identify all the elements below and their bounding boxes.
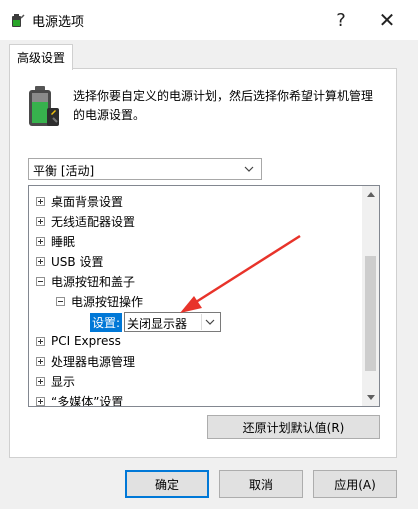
tree-item-label: 处理器电源管理 bbox=[51, 354, 136, 369]
setting-row[interactable]: 设置: 关闭显示器 bbox=[90, 312, 222, 332]
tree-item-label: 桌面背景设置 bbox=[51, 194, 124, 209]
tree-item[interactable]: 显示 bbox=[36, 372, 75, 390]
collapse-icon[interactable] bbox=[36, 276, 45, 286]
tree-item-label: 电源按钮操作 bbox=[71, 294, 144, 309]
scroll-down-icon[interactable] bbox=[362, 389, 379, 406]
expand-icon[interactable] bbox=[36, 236, 45, 246]
window-title: 电源选项 bbox=[32, 15, 85, 30]
tree-item[interactable]: 无线适配器设置 bbox=[36, 212, 135, 230]
tree-item-label: USB 设置 bbox=[51, 254, 104, 269]
scroll-up-icon[interactable] bbox=[362, 186, 379, 203]
power-options-icon bbox=[9, 12, 25, 28]
power-plan-value: 平衡 [活动] bbox=[33, 164, 95, 178]
expand-icon[interactable] bbox=[36, 396, 45, 406]
tree-item-label: 无线适配器设置 bbox=[51, 214, 136, 229]
expand-icon[interactable] bbox=[36, 216, 45, 226]
tab-advanced-settings[interactable]: 高级设置 bbox=[9, 44, 73, 70]
tree-item-label: 睡眠 bbox=[51, 234, 76, 249]
title-bar: 电源选项 ? ✕ bbox=[0, 0, 418, 40]
help-button[interactable]: ? bbox=[318, 0, 364, 40]
chevron-down-icon bbox=[201, 314, 218, 330]
power-button-action-select[interactable]: 关闭显示器 bbox=[124, 312, 222, 332]
tree-item[interactable]: 桌面背景设置 bbox=[36, 192, 123, 210]
scrollbar-thumb[interactable] bbox=[365, 256, 376, 371]
tree-item[interactable]: 睡眠 bbox=[36, 232, 75, 250]
tree-item-label: PCI Express bbox=[51, 334, 121, 348]
tree-item[interactable]: PCI Express bbox=[36, 332, 121, 350]
close-button[interactable]: ✕ bbox=[364, 0, 410, 40]
cancel-button[interactable]: 取消 bbox=[219, 470, 303, 498]
collapse-icon[interactable] bbox=[56, 296, 65, 306]
expand-icon[interactable] bbox=[36, 196, 45, 206]
description-text: 选择你要自定义的电源计划，然后选择你希望计算机管理的电源设置。 bbox=[73, 89, 374, 122]
tree-item[interactable]: 处理器电源管理 bbox=[36, 352, 135, 370]
expand-icon[interactable] bbox=[36, 376, 45, 386]
battery-icon bbox=[23, 84, 63, 130]
tree-item-label: 显示 bbox=[51, 374, 76, 389]
expand-icon[interactable] bbox=[36, 336, 45, 346]
tree-item-label: 电源按钮和盖子 bbox=[51, 274, 136, 289]
expand-icon[interactable] bbox=[36, 256, 45, 266]
apply-button[interactable]: 应用(A) bbox=[313, 470, 397, 498]
tree-item[interactable]: 电源按钮操作 bbox=[56, 292, 143, 310]
chevron-down-icon bbox=[241, 161, 257, 177]
tree-item[interactable]: “多媒体”设置 bbox=[36, 392, 124, 407]
vertical-scrollbar[interactable] bbox=[362, 186, 379, 406]
expand-icon[interactable] bbox=[36, 356, 45, 366]
setting-label: 设置: bbox=[90, 312, 123, 332]
settings-tree[interactable]: 桌面背景设置 无线适配器设置 睡眠 USB 设置 电源按钮和盖子 电源按钮操作 … bbox=[28, 185, 380, 407]
tree-item[interactable]: 电源按钮和盖子 bbox=[36, 272, 135, 290]
power-plan-select[interactable]: 平衡 [活动] bbox=[28, 158, 262, 180]
restore-defaults-button[interactable]: 还原计划默认值(R) bbox=[207, 415, 380, 439]
tree-item[interactable]: USB 设置 bbox=[36, 252, 103, 270]
power-button-action-value: 关闭显示器 bbox=[127, 317, 188, 331]
tree-item-label: “多媒体”设置 bbox=[51, 394, 124, 407]
ok-button[interactable]: 确定 bbox=[125, 470, 209, 498]
